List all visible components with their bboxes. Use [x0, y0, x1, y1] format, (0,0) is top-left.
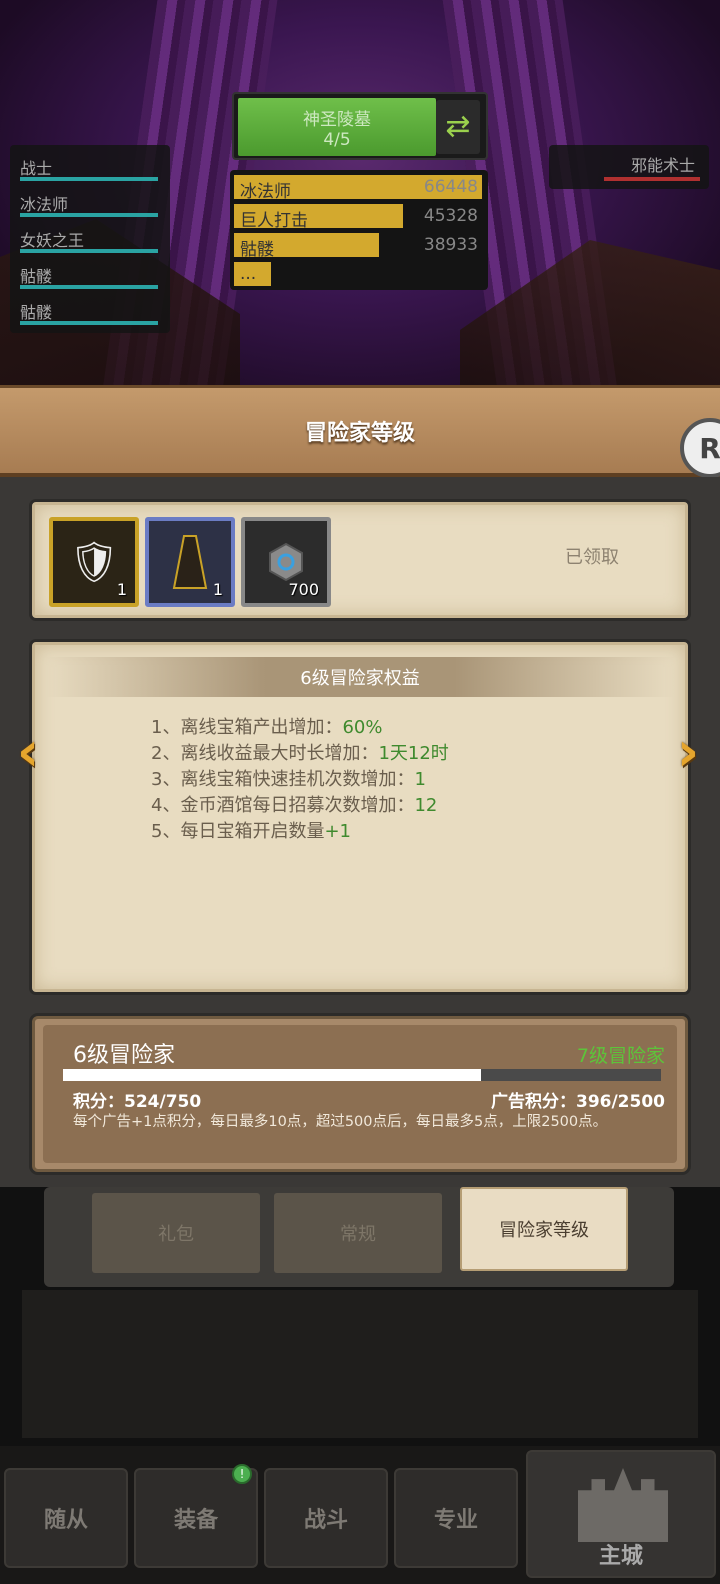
nav-battle[interactable]: 战斗: [264, 1468, 388, 1568]
damage-row: ...: [234, 260, 484, 288]
ally-name: 骷髅: [20, 267, 53, 286]
ally-name: 冰法师: [20, 195, 69, 214]
ally-team-list: 战士 冰法师 女妖之王 骷髅 骷髅: [10, 145, 170, 333]
points-rules-note: 每个广告+1点积分，每日最多10点，超过500点后，每日最多5点，上限2500点…: [73, 1114, 608, 1130]
benefit-item: 5、每日宝箱开启数量+1: [151, 819, 449, 845]
damage-source: 巨人打击: [240, 211, 308, 231]
benefits-list: 1、离线宝箱产出增加：60% 2、离线收益最大时长增加：1天12时 3、离线宝箱…: [151, 715, 449, 845]
nav-followers[interactable]: 随从: [4, 1468, 128, 1568]
damage-source: 冰法师: [240, 182, 291, 202]
benefit-text: 5、每日宝箱开启数量: [151, 821, 325, 842]
previous-level-arrow-icon[interactable]: ‹: [6, 725, 50, 779]
cloak-icon: [172, 535, 208, 589]
benefit-item: 1、离线宝箱产出增加：60%: [151, 715, 449, 741]
benefit-item: 4、金币酒馆每日招募次数增加：12: [151, 793, 449, 819]
damage-row: 冰法师 66448: [234, 173, 484, 202]
reward-slot[interactable]: 700: [241, 517, 331, 607]
enemy-hp-bar: [604, 177, 700, 181]
claimed-status: 已领取: [565, 547, 619, 568]
damage-value: 38933: [423, 235, 478, 255]
ally-unit[interactable]: 冰法师: [20, 185, 160, 221]
castle-icon: [578, 1468, 668, 1542]
ad-points-counter: 广告积分：396/2500: [490, 1092, 665, 1112]
next-level-arrow-icon[interactable]: ›: [666, 725, 710, 779]
tab-adventurer-level[interactable]: 冒险家等级: [460, 1187, 628, 1271]
benefit-item: 2、离线收益最大时长增加：1天12时: [151, 741, 449, 767]
ally-name: 战士: [20, 159, 53, 178]
benefits-header: 6级冒险家权益: [45, 657, 675, 697]
nav-profession[interactable]: 专业: [394, 1468, 518, 1568]
benefits-title: 6级冒险家权益: [300, 668, 420, 689]
notification-badge-icon: !: [232, 1464, 252, 1484]
refresh-icon: ⇄: [445, 109, 471, 144]
gold-armor-icon: 🛡: [68, 539, 120, 586]
dialog-title: 冒险家等级: [304, 420, 415, 446]
tab-gift-pack[interactable]: 礼包: [92, 1193, 260, 1273]
benefit-text: 2、离线收益最大时长增加：: [151, 743, 379, 764]
ally-name: 女妖之王: [20, 231, 85, 250]
reward-count: 700: [288, 580, 319, 599]
damage-source: 骷髅: [240, 240, 274, 260]
benefit-value: +1: [324, 821, 351, 842]
hp-bar: [20, 177, 158, 181]
damage-source: ...: [240, 264, 257, 284]
benefit-value: 1: [414, 769, 426, 790]
ally-name: 骷髅: [20, 303, 53, 322]
reward-count: 1: [116, 580, 127, 599]
nav-main-city-label: 主城: [598, 1544, 643, 1569]
enemy-team-list[interactable]: 邪能术士: [549, 145, 709, 189]
ally-unit[interactable]: 女妖之王: [20, 221, 160, 257]
tab-normal[interactable]: 常规: [274, 1193, 442, 1273]
ally-unit[interactable]: 骷髅: [20, 257, 160, 293]
damage-value: 66448: [423, 177, 478, 197]
stage-progress: 4/5: [323, 130, 351, 150]
hp-bar: [20, 285, 158, 289]
stage-name: 神圣陵墓: [303, 110, 371, 130]
damage-row: 骷髅 38933: [234, 231, 484, 260]
level-progress-fill: [63, 1069, 481, 1081]
points-counter: 积分：524/750: [73, 1092, 202, 1112]
benefit-text: 4、金币酒馆每日招募次数增加：: [151, 795, 415, 816]
nav-main-city[interactable]: 主城: [526, 1450, 716, 1578]
reward-slot[interactable]: 1: [145, 517, 235, 607]
ally-unit[interactable]: 战士: [20, 149, 160, 185]
ally-unit[interactable]: 骷髅: [20, 293, 160, 329]
hp-bar: [20, 249, 158, 253]
battle-scene: 神圣陵墓 4/5 ⇄ 冰法师 66448 巨人打击 45328 骷髅 38933…: [0, 0, 720, 390]
benefit-value: 60%: [342, 717, 383, 738]
benefit-value: 1天12时: [378, 743, 449, 764]
stage-panel: 神圣陵墓 4/5 ⇄: [232, 92, 488, 160]
level-rewards-card: 🛡 1 1 700 已领取: [32, 502, 688, 618]
hp-bar: [20, 321, 158, 325]
damage-value: 45328: [423, 206, 478, 226]
benefit-text: 3、离线宝箱快速挂机次数增加：: [151, 769, 415, 790]
reward-slot[interactable]: 🛡 1: [49, 517, 139, 607]
hp-bar: [20, 213, 158, 217]
benefit-text: 1、离线宝箱产出增加：: [151, 717, 343, 738]
bottom-navigation: 随从 装备 战斗 专业 主城: [0, 1446, 720, 1584]
damage-ranking: 冰法师 66448 巨人打击 45328 骷髅 38933 ...: [230, 170, 488, 290]
dialog-header: 冒险家等级: [0, 385, 720, 477]
stage-info[interactable]: 神圣陵墓 4/5: [238, 98, 436, 156]
level-benefits-card: 6级冒险家权益 1、离线宝箱产出增加：60% 2、离线收益最大时长增加：1天12…: [32, 642, 688, 992]
enemy-name: 邪能术士: [630, 156, 695, 175]
content-backdrop: [22, 1290, 698, 1438]
shop-tabs: 礼包 常规 冒险家等级: [44, 1187, 674, 1287]
current-level: 6级冒险家: [73, 1043, 175, 1068]
damage-row: 巨人打击 45328: [234, 202, 484, 231]
level-progress-card: 6级冒险家 7级冒险家 积分：524/750 广告积分：396/2500 每个广…: [32, 1016, 688, 1172]
benefit-value: 12: [414, 795, 438, 816]
gem-icon: [269, 542, 303, 582]
level-progress-inner: 6级冒险家 7级冒险家 积分：524/750 广告积分：396/2500 每个广…: [43, 1025, 677, 1163]
next-level: 7级冒险家: [576, 1045, 665, 1067]
refresh-button[interactable]: ⇄: [436, 100, 480, 154]
reward-count: 1: [212, 580, 223, 599]
benefit-item: 3、离线宝箱快速挂机次数增加：1: [151, 767, 449, 793]
level-progress-bar: [63, 1069, 661, 1081]
